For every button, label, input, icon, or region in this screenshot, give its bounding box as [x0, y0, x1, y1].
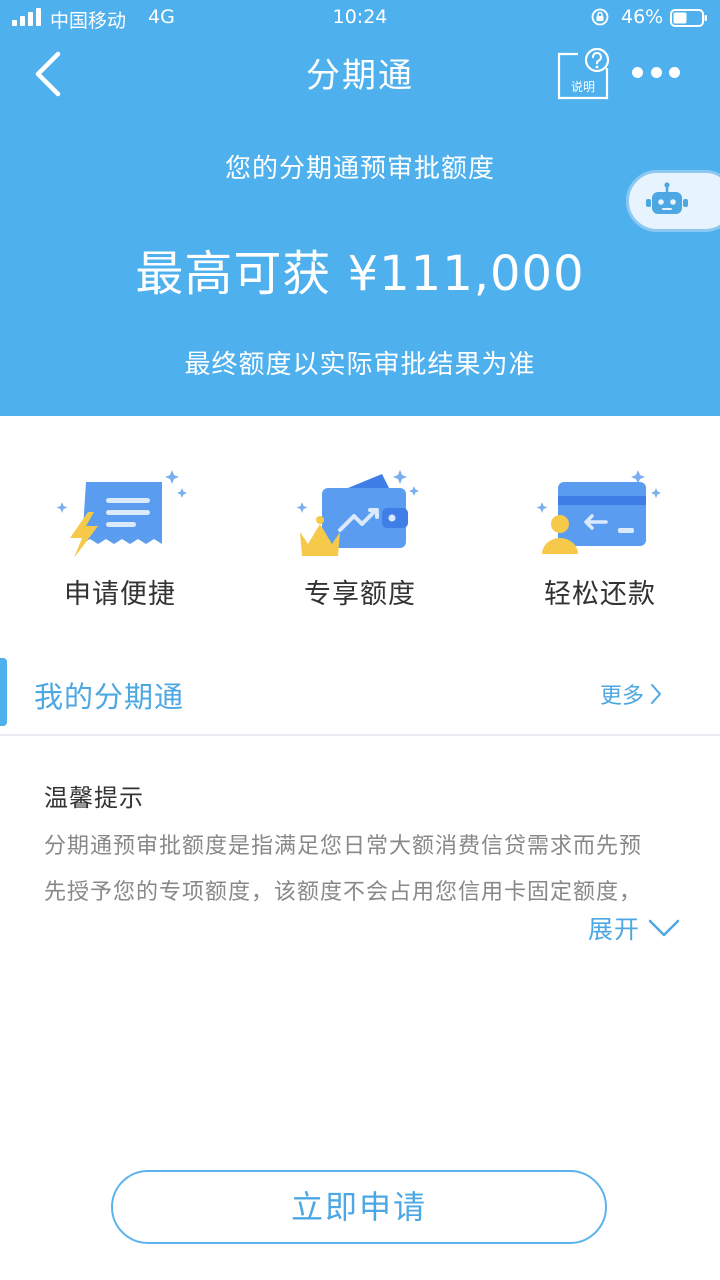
chevron-right-icon — [651, 684, 662, 704]
more-options-button[interactable] — [632, 62, 680, 82]
credit-note: 最终额度以实际审批结果为准 — [184, 350, 536, 380]
header-banner: 中国移动 4G 10:24 46% 分期通 说明 您的分期通预审批额度 最高可获… — [0, 0, 720, 416]
expand-label: 展开 — [588, 915, 641, 944]
expand-button[interactable]: 展开 — [588, 910, 680, 946]
receipt-lightning-icon — [56, 470, 187, 558]
more-link-label: 更多 — [600, 684, 645, 709]
feature-label: 专享额度 — [304, 579, 416, 610]
feature-exclusive-limit: 专享额度 — [240, 462, 440, 612]
section-accent-bar — [0, 658, 7, 726]
wallet-crown-icon — [296, 470, 419, 556]
tips-text-line: 先授予您的专项额度，该额度不会占用您信用卡固定额度， — [44, 880, 643, 905]
robot-icon — [646, 182, 688, 214]
chevron-down-icon — [648, 919, 680, 937]
status-bar: 中国移动 4G 10:24 46% — [0, 0, 720, 36]
card-user-icon — [536, 470, 661, 554]
help-button[interactable]: 说明 — [556, 46, 610, 100]
more-link[interactable]: 更多 — [600, 678, 662, 710]
feature-easy-apply: 申请便捷 — [0, 462, 200, 612]
feature-easy-repay: 轻松还款 — [480, 462, 680, 612]
tips-text-line: 分期通预审批额度是指满足您日常大额消费信贷需求而先预 — [44, 834, 643, 859]
page-title: 分期通 — [306, 56, 414, 96]
tips-title: 温馨提示 — [44, 784, 144, 812]
status-time: 10:24 — [332, 6, 388, 28]
apply-now-button[interactable]: 立即申请 — [111, 1170, 607, 1244]
rotation-lock-icon — [591, 8, 609, 26]
battery-icon — [670, 9, 707, 27]
my-installment-title: 我的分期通 — [34, 680, 185, 714]
battery-percent: 46% — [621, 6, 664, 28]
help-label: 说明 — [570, 80, 595, 94]
feature-label: 申请便捷 — [64, 579, 176, 610]
credit-subtitle: 您的分期通预审批额度 — [224, 154, 495, 184]
divider — [0, 734, 720, 736]
assistant-robot-button[interactable] — [626, 170, 720, 232]
credit-amount: 最高可获 ¥111,000 — [135, 246, 585, 302]
feature-label: 轻松还款 — [544, 579, 656, 610]
